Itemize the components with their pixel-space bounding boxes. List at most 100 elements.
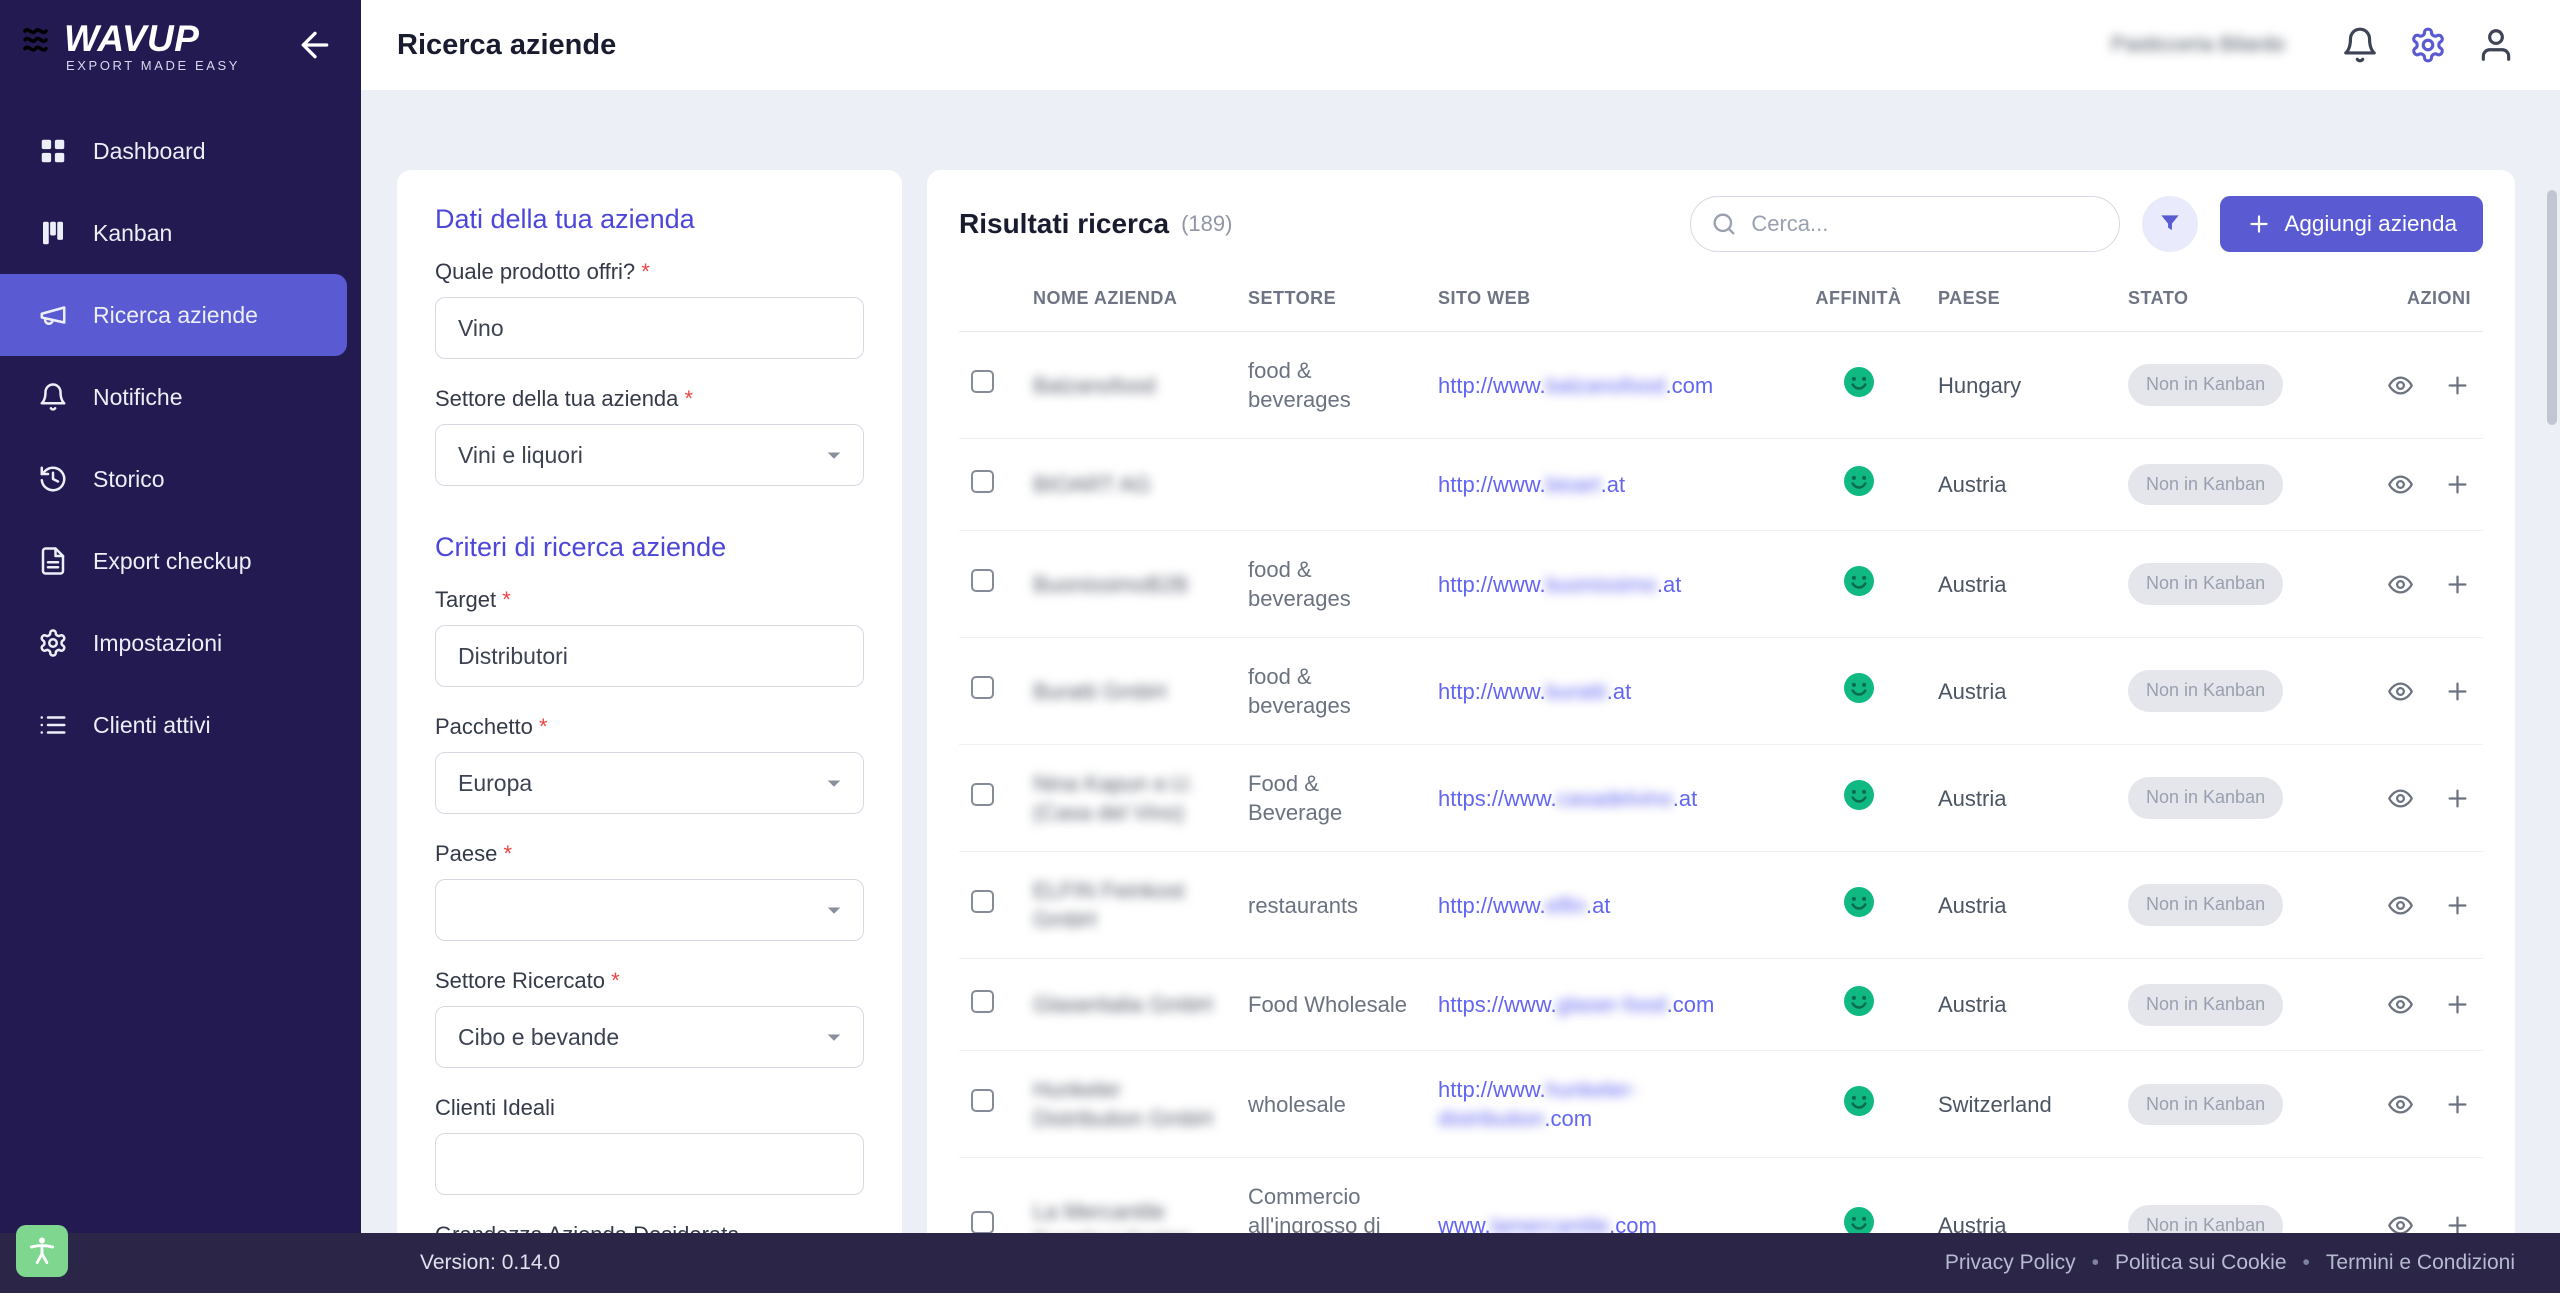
field-label: Quale prodotto offri? [435, 259, 636, 284]
view-company-button[interactable] [2387, 372, 2414, 399]
settings-button[interactable] [2409, 26, 2447, 64]
list-icon [38, 710, 68, 740]
view-company-button[interactable] [2387, 1212, 2414, 1233]
table-header-row: NOME AZIENDA SETTORE SITO WEB AFFINITÀ P… [959, 266, 2483, 332]
product-input[interactable] [435, 297, 864, 359]
ideal-clients-input[interactable] [435, 1133, 864, 1195]
company-name: La Mercantile Scardovi GmbH [1033, 1198, 1188, 1233]
bell-icon [2341, 26, 2379, 64]
add-to-kanban-button[interactable] [2444, 571, 2471, 598]
sidebar-item-storico[interactable]: Storico [0, 438, 361, 520]
row-checkbox[interactable] [971, 1210, 994, 1233]
package-select[interactable]: Europa [435, 752, 864, 814]
view-company-button[interactable] [2387, 892, 2414, 919]
sidebar-item-export-checkup[interactable]: Export checkup [0, 520, 361, 602]
required-marker: * [684, 386, 694, 411]
sidebar-item-dashboard[interactable]: Dashboard [0, 110, 361, 192]
company-website-link[interactable]: http://www.hunkeler-distribution.com [1438, 1077, 1637, 1131]
required-marker: * [641, 259, 650, 284]
affinity-smiley-icon [1841, 777, 1877, 813]
select-value: Europa [458, 769, 533, 796]
row-checkbox[interactable] [971, 783, 994, 807]
view-company-button[interactable] [2387, 471, 2414, 498]
footer-separator: • [2091, 1251, 2099, 1274]
company-sector: food & beverages [1248, 557, 1351, 612]
row-checkbox[interactable] [971, 1089, 994, 1113]
country-select[interactable] [435, 879, 864, 941]
status-badge: Non in Kanban [2128, 463, 2284, 506]
view-company-button[interactable] [2387, 571, 2414, 598]
field-label: Pacchetto [435, 714, 533, 739]
field-country: Paese * [435, 841, 864, 941]
add-to-kanban-button[interactable] [2444, 892, 2471, 919]
sidebar-item-impostazioni[interactable]: Impostazioni [0, 602, 361, 684]
row-checkbox[interactable] [971, 370, 994, 394]
company-website-link[interactable]: http://www.buonissimo.at [1438, 572, 1681, 597]
table-row: Buratti GmbH food & beverages http://www… [959, 637, 2483, 746]
sidebar-item-clienti-attivi[interactable]: Clienti attivi [0, 684, 361, 766]
view-company-button[interactable] [2387, 991, 2414, 1018]
add-to-kanban-button[interactable] [2444, 372, 2471, 399]
footer-link[interactable]: Politica sui Cookie [2115, 1251, 2287, 1275]
profile-button[interactable] [2477, 26, 2515, 64]
add-to-kanban-button[interactable] [2444, 1212, 2471, 1233]
searched-sector-select[interactable]: Cibo e bevande [435, 1006, 864, 1068]
results-table-body: Balzanofood food & beverages http://www.… [959, 331, 2483, 1233]
company-website-link[interactable]: https://www.glaser-food.com [1438, 992, 1714, 1017]
sidebar-item-ricerca-aziende[interactable]: Ricerca aziende [0, 274, 347, 356]
search-icon [1710, 210, 1738, 238]
add-to-kanban-button[interactable] [2444, 991, 2471, 1018]
company-website-link[interactable]: www.lamercantile.com [1438, 1213, 1657, 1233]
gear-icon [38, 628, 68, 658]
row-checkbox[interactable] [971, 890, 994, 914]
add-to-kanban-button[interactable] [2444, 785, 2471, 812]
company-website-link[interactable]: http://www.buratti.at [1438, 679, 1631, 704]
plus-icon [2246, 211, 2272, 237]
accessibility-widget-button[interactable] [16, 1225, 68, 1277]
view-company-button[interactable] [2387, 1091, 2414, 1118]
chevron-down-icon [819, 768, 849, 798]
sidebar-item-kanban[interactable]: Kanban [0, 192, 361, 274]
account-name[interactable]: Pasticceria Bilardo [2111, 33, 2285, 57]
row-checkbox[interactable] [971, 989, 994, 1013]
footer-link[interactable]: Termini e Condizioni [2326, 1251, 2515, 1275]
notifications-button[interactable] [2341, 26, 2379, 64]
row-checkbox[interactable] [971, 676, 994, 700]
add-company-button[interactable]: Aggiungi azienda [2220, 196, 2483, 252]
status-badge: Non in Kanban [2128, 1083, 2284, 1126]
sidebar-nav: Dashboard Kanban Ricerca aziende Notific… [0, 110, 361, 766]
row-checkbox[interactable] [971, 569, 994, 593]
company-website-link[interactable]: http://www.elfin.at [1438, 893, 1610, 918]
view-company-button[interactable] [2387, 678, 2414, 705]
table-row: Balzanofood food & beverages http://www.… [959, 331, 2483, 440]
filter-button[interactable] [2142, 196, 2199, 252]
collapse-sidebar-button[interactable] [295, 25, 335, 65]
page-scrollbar[interactable] [2547, 190, 2557, 425]
target-input[interactable] [435, 625, 864, 687]
company-sector: Commercio all'ingrosso di alimentari e v… [1248, 1184, 1381, 1233]
results-header: Risultati ricerca (189) Aggiungi azienda [959, 196, 2483, 252]
company-website-link[interactable]: https://www.casadelvino.at [1438, 786, 1697, 811]
company-website-link[interactable]: http://www.bioart.at [1438, 472, 1625, 497]
add-to-kanban-button[interactable] [2444, 471, 2471, 498]
company-name: Hunkeler Distribution GmbH [1033, 1077, 1213, 1132]
company-website-link[interactable]: http://www.balzanofood.com [1438, 373, 1713, 398]
field-label: Paese [435, 841, 498, 866]
column-header-name: NOME AZIENDA [1021, 266, 1236, 332]
footer-link[interactable]: Privacy Policy [1945, 1251, 2076, 1275]
table-row: BuonissimoB2B food & beverages http://ww… [959, 530, 2483, 639]
sidebar-item-notifiche[interactable]: Notifiche [0, 356, 361, 438]
row-checkbox[interactable] [971, 469, 994, 493]
column-header-checkbox [959, 266, 1021, 332]
table-row: Glaseritalia GmbH Food Wholesale https:/… [959, 958, 2483, 1052]
company-country: Austria [1938, 571, 2007, 597]
company-sector-select[interactable]: Vini e liquori [435, 424, 864, 486]
column-header-website: SITO WEB [1426, 266, 1791, 332]
add-to-kanban-button[interactable] [2444, 678, 2471, 705]
status-badge: Non in Kanban [2128, 1205, 2284, 1233]
affinity-smiley-icon [1841, 364, 1877, 400]
search-input[interactable] [1690, 196, 2121, 252]
sidebar-item-label: Notifiche [93, 383, 183, 410]
view-company-button[interactable] [2387, 785, 2414, 812]
add-to-kanban-button[interactable] [2444, 1091, 2471, 1118]
